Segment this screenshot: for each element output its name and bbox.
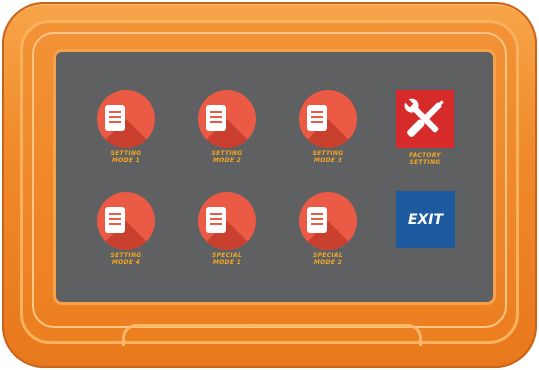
label-line-1: SETTING — [312, 150, 344, 157]
label-line-2: MODE 1 — [111, 157, 141, 164]
document-icon — [105, 105, 125, 131]
setting-mode-1-button[interactable]: SETTING MODE 1 — [86, 90, 166, 180]
label-line-1: SPECIAL — [312, 252, 344, 259]
special-mode-2-label: SPECIAL MODE 2 — [288, 252, 368, 266]
label-line-1: FACTORY — [409, 152, 441, 159]
document-icon — [206, 207, 226, 233]
special-mode-2-button[interactable]: SPECIAL MODE 2 — [288, 192, 368, 282]
label-line-2: SETTING — [409, 159, 441, 166]
document-icon — [105, 207, 125, 233]
factory-setting-tile — [396, 90, 454, 148]
exit-label: EXIT — [407, 211, 444, 228]
setting-mode-4-button[interactable]: SETTING MODE 4 — [86, 192, 166, 282]
setting-mode-3-label: SETTING MODE 3 — [288, 150, 368, 164]
setting-mode-4-label: SETTING MODE 4 — [86, 252, 166, 266]
setting-mode-2-label: SETTING MODE 2 — [187, 150, 267, 164]
label-line-2: MODE 2 — [212, 157, 242, 164]
document-icon — [307, 105, 327, 131]
document-icon — [307, 207, 327, 233]
label-line-1: SETTING — [110, 252, 142, 259]
label-line-1: SPECIAL — [211, 252, 243, 259]
tools-icon — [404, 98, 444, 137]
label-line-2: MODE 4 — [111, 259, 141, 266]
setting-mode-3-button[interactable]: SETTING MODE 3 — [288, 90, 368, 180]
special-mode-1-button[interactable]: SPECIAL MODE 1 — [187, 192, 267, 282]
document-icon — [206, 105, 226, 131]
factory-setting-button[interactable]: FACTORY SETTING — [394, 90, 456, 190]
label-line-2: MODE 2 — [313, 259, 343, 266]
setting-mode-2-button[interactable]: SETTING MODE 2 — [187, 90, 267, 180]
device-frame: SETTING MODE 1 SETTING MODE 2 SETTING MO… — [2, 2, 537, 368]
label-line-2: MODE 3 — [313, 157, 343, 164]
label-line-1: SETTING — [110, 150, 142, 157]
screen: SETTING MODE 1 SETTING MODE 2 SETTING MO… — [56, 52, 493, 302]
special-mode-1-label: SPECIAL MODE 1 — [187, 252, 267, 266]
label-line-1: SETTING — [211, 150, 243, 157]
exit-button[interactable]: EXIT — [396, 191, 455, 248]
bezel-bottom-tab — [122, 324, 422, 346]
label-line-2: MODE 1 — [212, 259, 242, 266]
factory-setting-label: FACTORY SETTING — [394, 152, 456, 166]
setting-mode-1-label: SETTING MODE 1 — [86, 150, 166, 164]
